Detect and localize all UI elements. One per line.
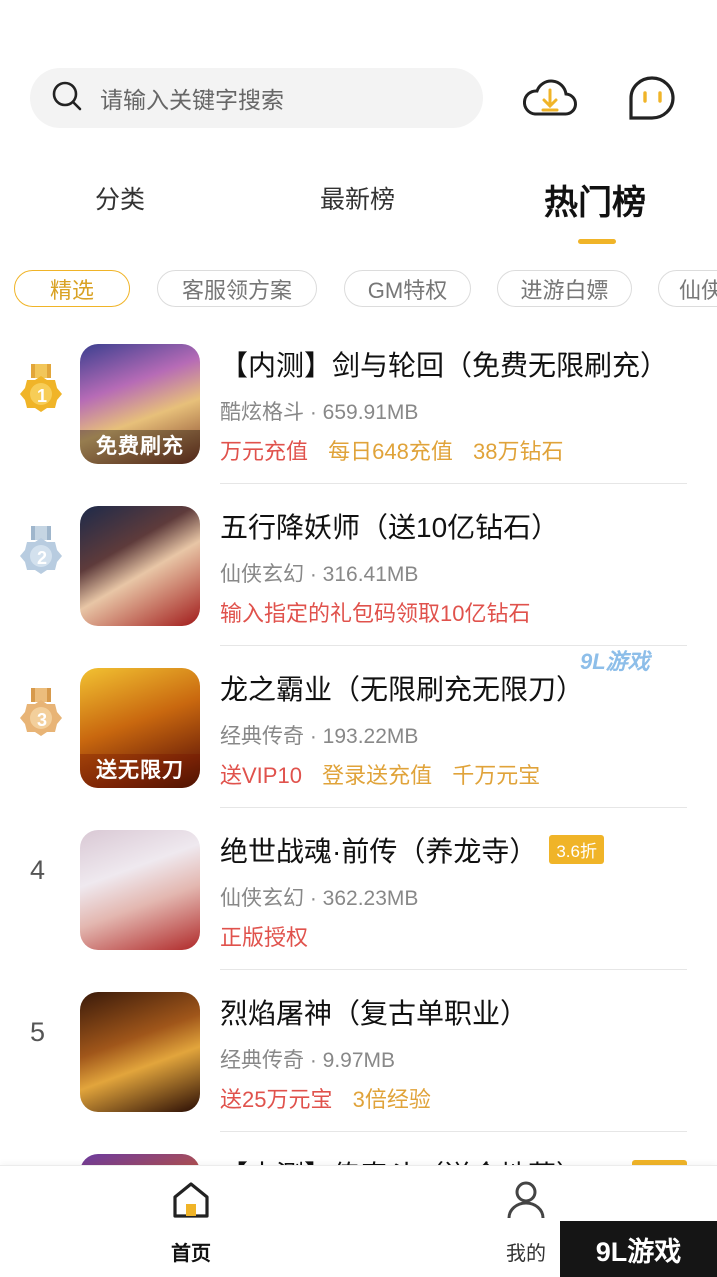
watermark-logo: 9L游戏 bbox=[580, 649, 650, 674]
list-item[interactable]: 1 免费刷充 【内测】剑与轮回（免费无限刷充） 酷炫格斗 · 659.91MB … bbox=[0, 322, 717, 484]
user-icon bbox=[507, 1181, 545, 1219]
home-icon bbox=[173, 1182, 209, 1218]
tag: 送VIP10 bbox=[220, 763, 302, 788]
list-item[interactable]: 5 烈焰屠神（复古单职业） 经典传奇 · 9.97MB 送25万元宝 3倍经验 bbox=[0, 970, 717, 1132]
search-bar[interactable]: 请输入关键字搜索 bbox=[30, 68, 483, 128]
app-icon: 免费刷充 bbox=[80, 344, 200, 464]
game-meta: 仙侠玄幻 · 316.41MB bbox=[220, 563, 419, 586]
icon-banner: 送无限刀 bbox=[80, 754, 200, 788]
tag-list: 万元充值 每日648充值 38万钻石 bbox=[220, 434, 577, 466]
tag: 千万元宝 bbox=[452, 763, 541, 788]
tag: 送25万元宝 bbox=[220, 1087, 333, 1112]
tag: 38万钻石 bbox=[472, 439, 564, 464]
chip-service-plan[interactable]: 客服领方案 bbox=[157, 270, 317, 307]
nav-home[interactable]: 首页 bbox=[146, 1178, 236, 1266]
tag-list: 正版授权 bbox=[220, 920, 322, 952]
game-title: 绝世战魂·前传（养龙寺） 3.6折 bbox=[220, 830, 690, 870]
game-meta: 仙侠玄幻 · 362.23MB bbox=[220, 887, 419, 910]
rank-number: 5 bbox=[30, 1017, 46, 1047]
watermark-corner-logo: 9L游戏 bbox=[560, 1221, 717, 1277]
download-cloud-icon[interactable] bbox=[520, 68, 580, 128]
nav-profile[interactable]: 我的 bbox=[481, 1178, 571, 1266]
rank-number: 3 bbox=[36, 710, 47, 730]
game-meta: 经典传奇 · 9.97MB bbox=[220, 1049, 396, 1072]
tag-list: 输入指定的礼包码领取10亿钻石 bbox=[220, 596, 544, 628]
tag: 输入指定的礼包码领取10亿钻石 bbox=[220, 601, 531, 626]
chip-featured[interactable]: 精选 bbox=[14, 270, 130, 307]
list-item[interactable]: 2 五行降妖师（送10亿钻石） 仙侠玄幻 · 316.41MB 输入指定的礼包码… bbox=[0, 484, 717, 646]
tag: 3倍经验 bbox=[352, 1087, 431, 1112]
discount-badge: 3.6折 bbox=[549, 835, 604, 864]
search-input[interactable]: 请输入关键字搜索 bbox=[100, 81, 284, 115]
tag: 正版授权 bbox=[220, 925, 309, 950]
tag: 万元充值 bbox=[220, 439, 309, 464]
list-item[interactable]: 4 绝世战魂·前传（养龙寺） 3.6折 仙侠玄幻 · 362.23MB 正版授权 bbox=[0, 808, 717, 970]
game-meta: 酷炫格斗 · 659.91MB bbox=[220, 401, 419, 424]
chip-free-play[interactable]: 进游白嫖 bbox=[497, 270, 632, 307]
tag-list: 送25万元宝 3倍经验 bbox=[220, 1082, 445, 1114]
nav-profile-label: 我的 bbox=[506, 1243, 546, 1265]
game-title-text: 绝世战魂·前传（养龙寺） bbox=[220, 836, 538, 867]
tag: 登录送充值 bbox=[322, 763, 433, 788]
rank-number: 1 bbox=[36, 386, 47, 406]
search-icon bbox=[50, 79, 84, 118]
rank-number: 4 bbox=[30, 855, 46, 885]
app-icon: 送无限刀 bbox=[80, 668, 200, 788]
game-meta: 经典传奇 · 193.22MB bbox=[220, 725, 419, 748]
tag-list: 送VIP10 登录送充值 千万元宝 bbox=[220, 758, 554, 790]
rank-number: 2 bbox=[36, 548, 47, 568]
app-icon bbox=[80, 992, 200, 1112]
game-title: 【内测】剑与轮回（免费无限刷充） bbox=[220, 350, 669, 381]
icon-banner: 免费刷充 bbox=[80, 430, 200, 464]
app-icon bbox=[80, 830, 200, 950]
message-icon[interactable] bbox=[622, 68, 682, 128]
nav-home-label: 首页 bbox=[171, 1243, 211, 1265]
tab-category[interactable]: 分类 bbox=[95, 180, 145, 216]
game-title: 五行降妖师（送10亿钻石） bbox=[220, 512, 560, 543]
chip-xianxia[interactable]: 仙侠 bbox=[658, 270, 717, 307]
game-title: 烈焰屠神（复古单职业） bbox=[220, 998, 529, 1029]
app-icon bbox=[80, 506, 200, 626]
tab-popular[interactable]: 热门榜 bbox=[544, 175, 646, 224]
chip-gm[interactable]: GM特权 bbox=[344, 270, 471, 307]
tab-newest[interactable]: 最新榜 bbox=[320, 180, 395, 216]
tab-indicator bbox=[578, 239, 616, 244]
tag: 每日648充值 bbox=[328, 439, 453, 464]
